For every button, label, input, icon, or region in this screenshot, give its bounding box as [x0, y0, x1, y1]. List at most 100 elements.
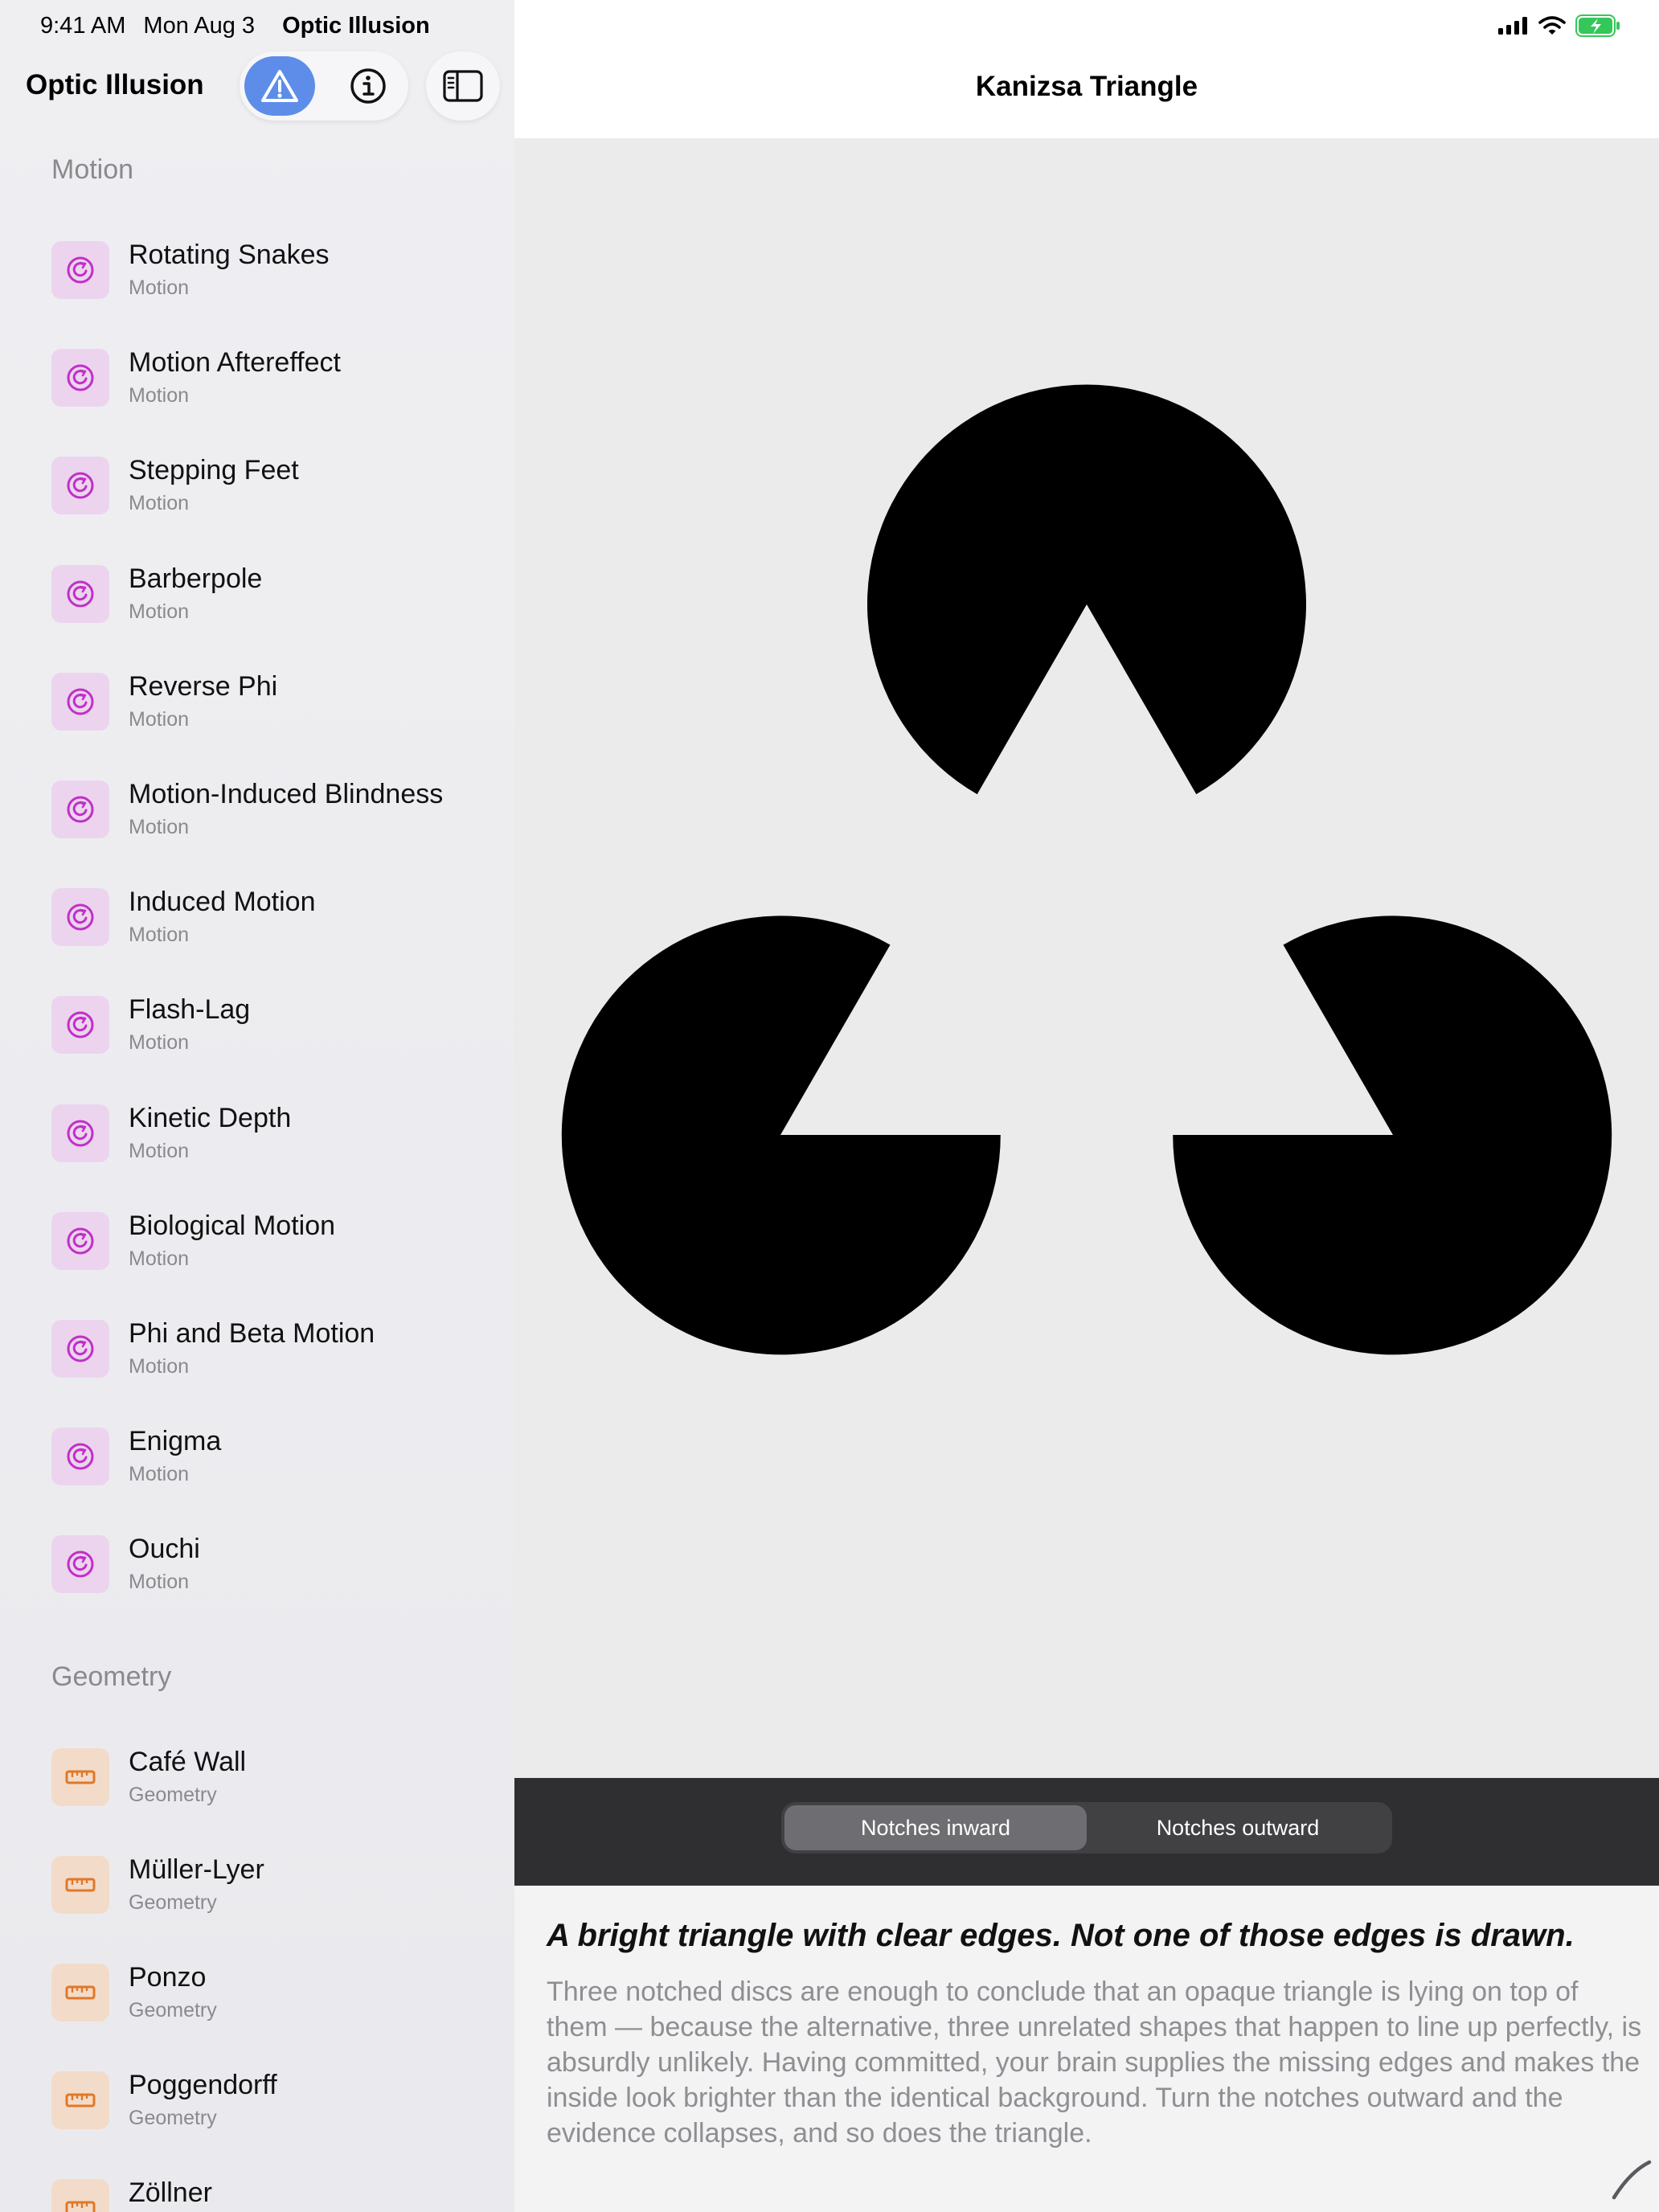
sidebar-item[interactable]: Rotating Snakes Motion [0, 225, 514, 305]
rotate-icon [67, 1443, 94, 1470]
sidebar-icon [443, 70, 483, 102]
sidebar-item-category: Geometry [129, 2107, 217, 2130]
resize-handle-icon[interactable] [1606, 2156, 1654, 2204]
sidebar-item[interactable]: Poggendorff Geometry [0, 2055, 514, 2136]
control-bar: Notches inward Notches outward [514, 1778, 1659, 1886]
motion-category-tile [51, 1535, 109, 1594]
motion-category-tile [51, 1428, 109, 1486]
status-time: 9:41 AM [40, 13, 126, 39]
pacman-disc-bottom-left [561, 916, 1001, 1355]
sidebar-item-category: Motion [129, 816, 190, 838]
geometry-category-tile [51, 2179, 109, 2212]
sidebar-item[interactable]: Stepping Feet Motion [0, 440, 514, 521]
wifi-icon [1538, 16, 1566, 35]
sidebar-item-label: Café Wall [129, 1746, 247, 1777]
sidebar-item-category: Motion [129, 1355, 190, 1378]
sidebar-item-category: Motion [129, 1571, 190, 1594]
geometry-category-tile [51, 1855, 109, 1914]
rotate-icon [67, 580, 94, 608]
sidebar-item[interactable]: Barberpole Motion [0, 549, 514, 629]
sidebar-item-label: Phi and Beta Motion [129, 1318, 375, 1349]
sidebar-item-label: Stepping Feet [129, 455, 299, 486]
rotate-icon [67, 688, 94, 715]
rotate-icon [67, 1120, 94, 1147]
segment-notches-inward[interactable]: Notches inward [784, 1805, 1087, 1850]
rotate-icon [67, 796, 94, 823]
rotate-icon [67, 1335, 94, 1362]
sidebar-item[interactable]: Café Wall Geometry [0, 1732, 514, 1813]
description-body: Three notched discs are enough to conclu… [547, 1976, 1642, 2149]
sidebar-item-category: Motion [129, 707, 190, 731]
description-panel: A bright triangle with clear edges. Not … [514, 1886, 1659, 2212]
sidebar-item[interactable]: Phi and Beta Motion Motion [0, 1304, 514, 1384]
motion-category-tile [51, 996, 109, 1055]
sidebar-toolbar-group [240, 51, 408, 121]
sidebar-item[interactable]: Biological Motion Motion [0, 1196, 514, 1276]
rotate-icon [67, 364, 94, 391]
rotate-icon [67, 1011, 94, 1038]
sidebar-toggle-button[interactable] [426, 51, 500, 121]
sidebar-item[interactable]: Ponzo Geometry [0, 1948, 514, 2028]
sidebar-item[interactable]: Motion Aftereffect Motion [0, 333, 514, 413]
sidebar-item-category: Motion [129, 276, 190, 299]
sidebar-item-label: Müller-Lyer [129, 1854, 264, 1885]
info-icon [350, 68, 386, 104]
warning-icon [261, 70, 298, 102]
sidebar-item[interactable]: Müller-Lyer Geometry [0, 1840, 514, 1920]
rotate-icon [67, 903, 94, 931]
rotate-icon [67, 472, 94, 499]
segment-notches-outward[interactable]: Notches outward [1087, 1805, 1389, 1850]
sidebar-item[interactable]: Enigma Motion [0, 1411, 514, 1492]
motion-category-tile [51, 1211, 109, 1270]
notch-direction-segmented-control: Notches inward Notches outward [781, 1802, 1392, 1854]
sidebar-item-label: Ponzo [129, 1962, 207, 1993]
sidebar-item-label: Ouchi [129, 1534, 200, 1565]
sidebar-item[interactable]: Induced Motion Motion [0, 872, 514, 952]
motion-category-tile [51, 780, 109, 838]
status-bar-right [1498, 14, 1620, 37]
sidebar-item-label: Enigma [129, 1426, 222, 1457]
motion-category-tile [51, 672, 109, 731]
sidebar-item-category: Motion [129, 1031, 190, 1055]
pacman-disc-bottom-right [1173, 916, 1612, 1355]
section-header: Geometry [51, 1661, 172, 1692]
status-date: Mon Aug 3 [143, 13, 256, 39]
geometry-category-tile [51, 1964, 109, 2022]
ruler-icon [65, 1878, 96, 1892]
sidebar-item[interactable]: ZöllnerGeometry [0, 2163, 514, 2212]
sidebar-item-label: Reverse Phi [129, 670, 278, 702]
info-button[interactable] [333, 56, 403, 116]
sidebar-item-category: Motion [129, 600, 190, 623]
sidebar-item-label: Induced Motion [129, 887, 316, 918]
sidebar-item-category: Motion [129, 1139, 190, 1162]
warning-button[interactable] [244, 56, 315, 116]
detail-pane: Kanizsa Triangle Notches inward Notches … [514, 0, 1659, 2212]
ruler-icon [65, 2201, 96, 2212]
navigation-bar: Kanizsa Triangle [514, 0, 1659, 138]
sidebar-item-label: Barberpole [129, 563, 263, 594]
sidebar-item[interactable]: Flash-Lag Motion [0, 980, 514, 1060]
rotate-icon [67, 1227, 94, 1255]
sidebar-item[interactable]: Reverse Phi Motion [0, 657, 514, 737]
motion-category-tile [51, 241, 109, 299]
sidebar-title: Optic Illusion [26, 69, 204, 100]
status-bar-left: 9:41 AM Mon Aug 3 Optic Illusion [40, 13, 430, 39]
status-app-name: Optic Illusion [282, 13, 430, 39]
motion-category-tile [51, 888, 109, 947]
sidebar-item-label: Rotating Snakes [129, 240, 330, 270]
sidebar-item[interactable]: Kinetic Depth Motion [0, 1088, 514, 1169]
sidebar-item-label: Zöllner [129, 2177, 212, 2209]
rotate-icon [67, 256, 94, 284]
ruler-icon [65, 1770, 96, 1784]
sidebar-item-category: Motion [129, 384, 190, 408]
sidebar-item-category: Geometry [129, 1999, 217, 2022]
sidebar-item-label: Kinetic Depth [129, 1102, 292, 1133]
sidebar-item[interactable]: Motion-Induced Blindness Motion [0, 764, 514, 845]
motion-category-tile [51, 564, 109, 623]
motion-category-tile [51, 457, 109, 515]
sidebar-item-label: Flash-Lag [129, 994, 251, 1026]
pacman-disc-top [867, 384, 1307, 795]
sidebar-item[interactable]: Ouchi Motion [0, 1519, 514, 1600]
sidebar-item-category: Motion [129, 924, 190, 947]
sidebar-item-label: Motion-Induced Blindness [129, 779, 444, 809]
